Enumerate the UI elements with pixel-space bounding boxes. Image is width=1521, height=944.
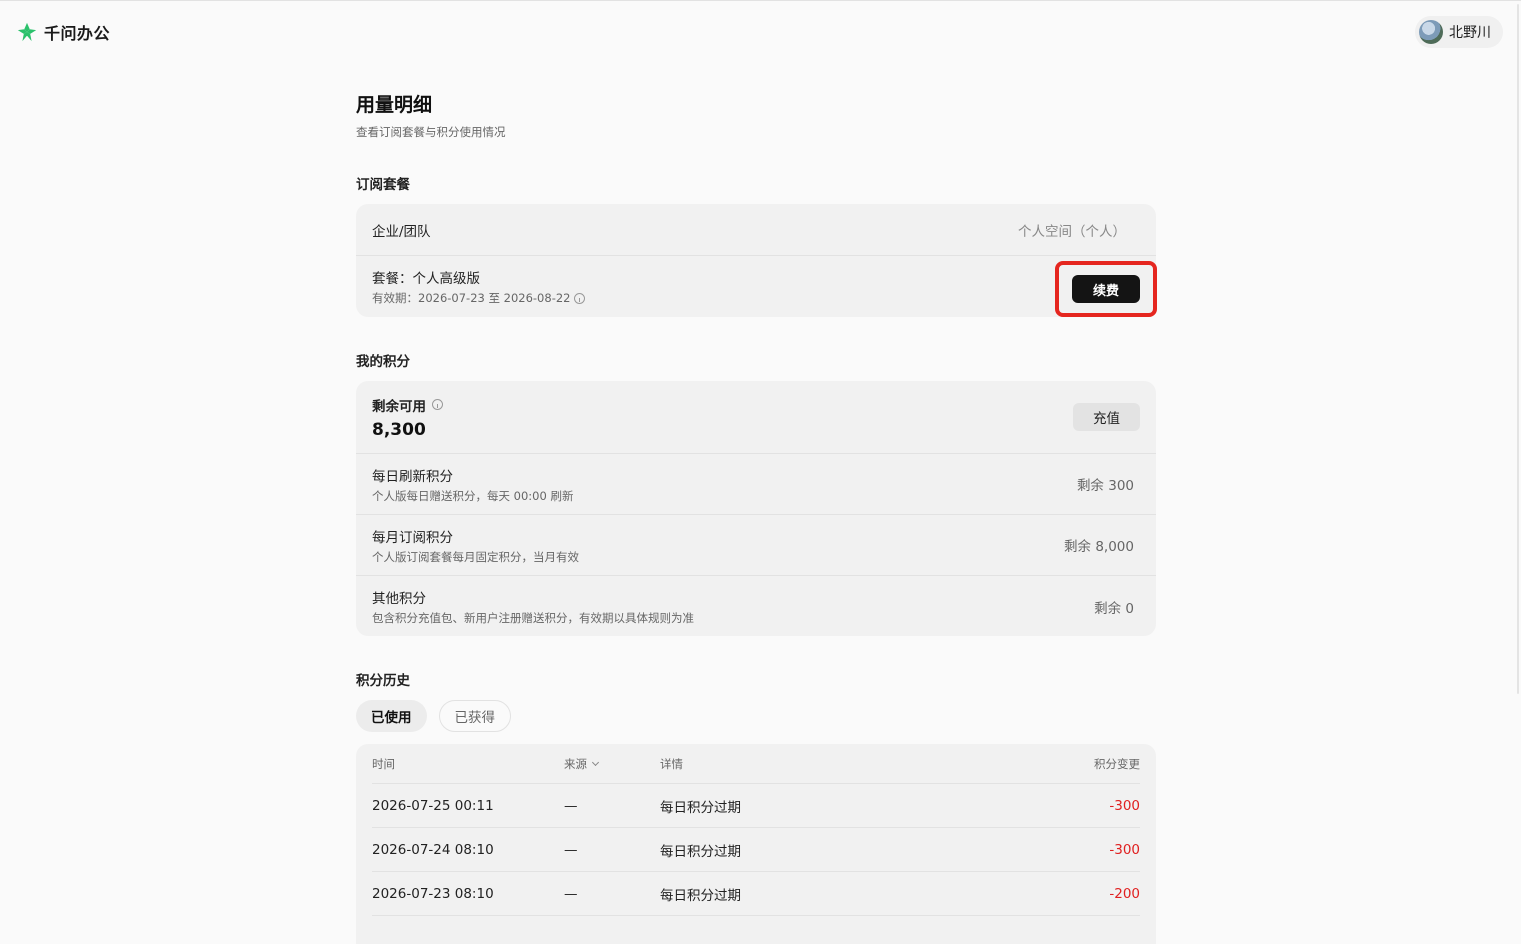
cell-time: 2026-07-23 08:10: [372, 885, 494, 902]
col-detail: 详情: [660, 756, 683, 771]
points-item-desc: 个人版订阅套餐每月固定积分，当月有效: [372, 549, 579, 564]
recharge-button[interactable]: 充值: [1073, 403, 1140, 431]
app-logo[interactable]: 千问办公: [16, 20, 110, 44]
cell-source: —: [564, 841, 578, 858]
page-header: 用量明细 查看订阅套餐与积分使用情况: [356, 90, 1156, 140]
cell-detail: 每日积分过期: [660, 887, 741, 904]
points-item-desc: 个人版每日赠送积分，每天 00:00 刷新: [372, 488, 574, 503]
col-source[interactable]: 来源: [564, 756, 660, 772]
table-header: 时间 来源 详情 积分变更: [372, 744, 1140, 784]
history-section-title: 积分历史: [356, 673, 410, 689]
info-icon[interactable]: [574, 292, 586, 304]
history-table: 时间 来源 详情 积分变更 2026-07-25 00:11 — 每日积分过期 …: [356, 744, 1156, 944]
available-label-text: 剩余可用: [372, 398, 426, 415]
cell-change: -300: [1109, 797, 1140, 814]
col-change: 积分变更: [1094, 756, 1140, 771]
table-row: 2026-07-25 00:11 — 每日积分过期 -300: [372, 784, 1140, 828]
available-value: 8,300: [372, 419, 426, 440]
user-menu[interactable]: 北野川: [1415, 16, 1503, 48]
col-source-label: 来源: [564, 756, 587, 771]
page-title: 用量明细: [356, 94, 433, 116]
plan-row: 套餐：个人高级版 有效期：2026-07-23 至 2026-08-22 续费: [356, 256, 1157, 317]
cell-detail: 每日积分过期: [660, 843, 741, 860]
avatar: [1419, 20, 1443, 44]
cell-change: -300: [1109, 841, 1140, 858]
cell-time: 2026-07-24 08:10: [372, 841, 494, 858]
renew-button[interactable]: 续费: [1072, 275, 1140, 303]
points-card: 剩余可用 8,300 充值 每日刷新积分 个人版每日赠送积分，每天 00:00 …: [356, 381, 1156, 636]
org-row: 企业/团队 个人空间（个人）: [356, 204, 1156, 256]
history-tabs: 已使用 已获得: [356, 700, 511, 732]
plan-name: 套餐：个人高级版: [372, 271, 480, 287]
cell-time: 2026-07-25 00:11: [372, 797, 494, 814]
points-item: 每月订阅积分 个人版订阅套餐每月固定积分，当月有效 剩余 8,000: [356, 515, 1156, 576]
tab-earned[interactable]: 已获得: [438, 700, 511, 732]
col-time: 时间: [372, 756, 395, 771]
org-label: 企业/团队: [372, 223, 431, 240]
points-item: 每日刷新积分 个人版每日赠送积分，每天 00:00 刷新 剩余 300: [356, 454, 1156, 515]
plan-valid-text: 有效期：2026-07-23 至 2026-08-22: [372, 291, 571, 305]
cell-change: -200: [1109, 885, 1140, 902]
window-top-border: [0, 0, 1521, 4]
space-label[interactable]: 个人空间（个人）: [1018, 220, 1126, 240]
table-row: 2026-07-23 08:10 — 每日积分过期 -200: [372, 872, 1140, 916]
points-item-remain: 剩余 300: [1076, 478, 1134, 494]
points-section-title: 我的积分: [356, 354, 410, 370]
available-points-row: 剩余可用 8,300 充值: [356, 381, 1156, 454]
points-item-remain: 剩余 0: [1094, 600, 1134, 617]
scrollbar[interactable]: [1517, 4, 1519, 694]
cell-source: —: [564, 885, 578, 902]
points-item-remain: 剩余 8,000: [1064, 539, 1134, 555]
plan-validity: 有效期：2026-07-23 至 2026-08-22: [372, 290, 586, 306]
points-item-name: 其他积分: [372, 591, 426, 607]
info-icon[interactable]: [432, 399, 443, 410]
highlight-box: 续费: [1055, 261, 1157, 317]
subscription-section-title: 订阅套餐: [356, 177, 410, 193]
points-item-desc: 包含积分充值包、新用户注册赠送积分，有效期以具体规则为准: [372, 611, 694, 625]
cell-source: —: [564, 797, 578, 814]
points-item: 其他积分 包含积分充值包、新用户注册赠送积分，有效期以具体规则为准 剩余 0: [356, 576, 1156, 637]
app-name: 千问办公: [44, 24, 111, 43]
subscription-card: 企业/团队 个人空间（个人） 套餐：个人高级版 有效期：2026-07-23 至…: [356, 204, 1157, 317]
chevron-down-icon: [591, 758, 600, 766]
tab-used[interactable]: 已使用: [356, 700, 427, 732]
table-row: 2026-07-24 08:10 — 每日积分过期 -300: [372, 828, 1140, 872]
points-item-name: 每日刷新积分: [372, 468, 453, 485]
available-label: 剩余可用: [372, 395, 443, 415]
cell-detail: 每日积分过期: [660, 799, 741, 816]
logo-icon: [17, 22, 37, 42]
user-name: 北野川: [1449, 25, 1491, 41]
points-item-name: 每月订阅积分: [372, 529, 453, 546]
page-subtitle: 查看订阅套餐与积分使用情况: [356, 125, 506, 139]
